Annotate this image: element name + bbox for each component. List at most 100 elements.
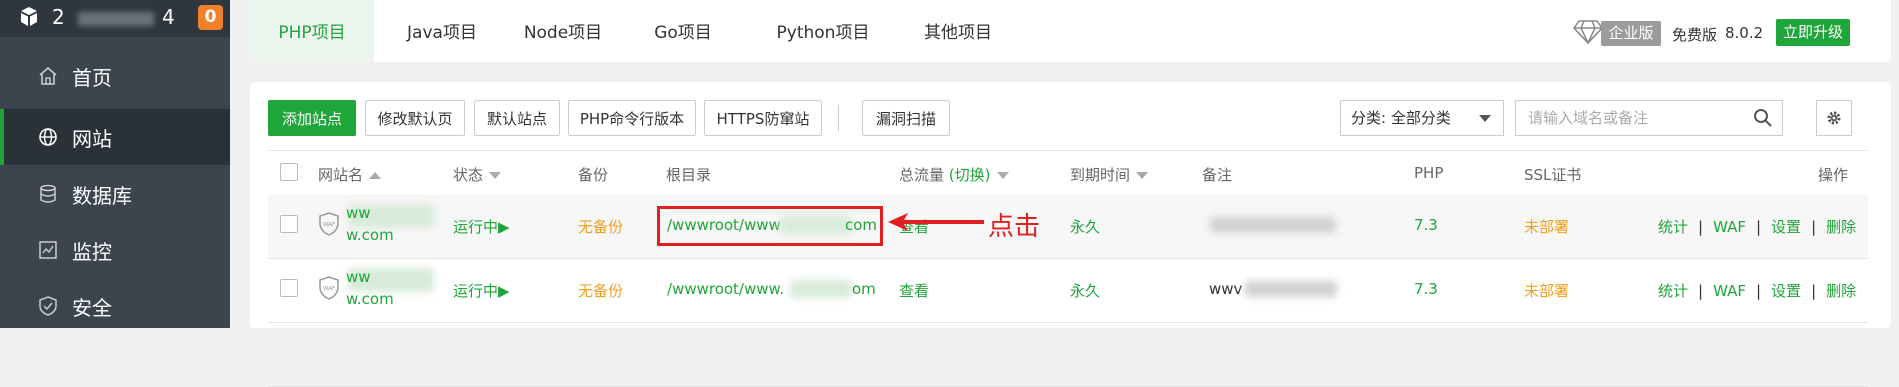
https-block-button[interactable]: HTTPS防窜站 [704, 100, 822, 136]
settings-button[interactable] [1816, 100, 1852, 136]
search-input[interactable]: 请输入域名或备注 [1515, 100, 1783, 136]
server-header[interactable]: 2 4 0 [0, 0, 230, 37]
arrow-left-icon [888, 213, 984, 231]
notification-badge[interactable]: 0 [198, 5, 223, 30]
svg-text:WAF: WAF [323, 286, 335, 292]
remark-blurred [1210, 217, 1336, 233]
sidebar-item-database[interactable]: 数据库 [0, 166, 230, 222]
tab-php[interactable]: PHP项目 [250, 0, 374, 62]
col-expire[interactable]: 到期时间 [1070, 164, 1149, 185]
tab-java[interactable]: Java项目 [387, 0, 497, 62]
sort-down-icon [1136, 172, 1149, 179]
search-icon[interactable] [1753, 108, 1773, 128]
diamond-icon [1573, 20, 1603, 45]
add-site-button[interactable]: 添加站点 [268, 100, 356, 136]
expire-value[interactable]: 永久 [1070, 216, 1100, 237]
row-checkbox[interactable] [280, 215, 298, 233]
tab-other[interactable]: 其他项目 [903, 0, 1013, 62]
settings-link[interactable]: 设置 [1771, 218, 1801, 236]
sidebar-item-label: 数据库 [72, 184, 132, 208]
globe-icon [39, 128, 57, 146]
chevron-down-icon [1479, 115, 1491, 122]
delete-link[interactable]: 删除 [1826, 282, 1856, 300]
waf-link[interactable]: WAF [1713, 282, 1746, 300]
waf-shield-icon: WAF [319, 212, 339, 236]
status-running[interactable]: 运行中▶ [453, 280, 510, 301]
waf-link[interactable]: WAF [1713, 218, 1746, 236]
sort-down-icon [996, 172, 1009, 179]
stats-link[interactable]: 统计 [1658, 218, 1688, 236]
backup-status[interactable]: 无备份 [578, 280, 623, 301]
monitor-icon [39, 241, 57, 259]
php-cli-version-button[interactable]: PHP命令行版本 [568, 100, 696, 136]
col-backup: 备份 [578, 166, 609, 184]
php-version[interactable]: 7.3 [1414, 280, 1438, 298]
php-version[interactable]: 7.3 [1414, 216, 1438, 234]
site-name-link[interactable]: ww w.com [346, 202, 394, 246]
shield-icon [39, 296, 57, 316]
sidebar-item-label: 监控 [72, 240, 112, 264]
col-php: PHP [1414, 164, 1444, 182]
server-name-end: 4 [162, 5, 175, 29]
traffic-view-link[interactable]: 查看 [899, 280, 929, 301]
tab-go[interactable]: Go项目 [633, 0, 733, 62]
search-placeholder: 请输入域名或备注 [1528, 109, 1649, 127]
backup-status[interactable]: 无备份 [578, 216, 623, 237]
traffic-switch-link[interactable]: (切换) [949, 166, 991, 184]
row-actions: 统计 | WAF | 设置 | 删除 [1658, 282, 1857, 300]
category-select-value: 分类: 全部分类 [1351, 109, 1451, 127]
vuln-scan-button[interactable]: 漏洞扫描 [862, 100, 950, 136]
select-all-checkbox[interactable] [280, 163, 298, 181]
delete-link[interactable]: 删除 [1826, 218, 1856, 236]
sidebar-item-label: 网站 [72, 127, 112, 151]
row-checkbox[interactable] [280, 279, 298, 297]
ssl-status[interactable]: 未部署 [1524, 280, 1569, 301]
root-path-blurred [790, 280, 852, 298]
status-running[interactable]: 运行中▶ [453, 216, 510, 237]
col-remark: 备注 [1202, 166, 1233, 184]
click-annotation: 点击 [988, 212, 1041, 242]
tab-node[interactable]: Node项目 [508, 0, 618, 62]
sidebar-item-security[interactable]: 安全 [0, 278, 230, 334]
col-status[interactable]: 状态 [453, 164, 502, 185]
server-name-blurred [78, 12, 154, 26]
sort-up-icon [369, 172, 382, 179]
enterprise-badge[interactable]: 企业版 [1601, 21, 1661, 46]
root-path-start[interactable]: /wwwroot/www. [667, 280, 784, 298]
table-header [268, 150, 1868, 196]
svg-text:WAF: WAF [323, 222, 335, 228]
sidebar-item-label: 安全 [72, 296, 112, 320]
default-site-button[interactable]: 默认站点 [474, 100, 560, 136]
col-site-name[interactable]: 网站名 [318, 164, 382, 185]
col-ops: 操作 [1818, 166, 1849, 184]
ssl-status[interactable]: 未部署 [1524, 216, 1569, 237]
category-select[interactable]: 分类: 全部分类 [1340, 100, 1504, 136]
sidebar-item-home[interactable]: 首页 [0, 48, 230, 104]
col-traffic[interactable]: 总流量 (切换) [899, 164, 1009, 185]
site-name-link[interactable]: ww w.com [346, 266, 394, 310]
server-name-start: 2 [52, 5, 65, 29]
gear-icon [1827, 111, 1841, 125]
edit-default-page-button[interactable]: 修改默认页 [365, 100, 465, 136]
stats-link[interactable]: 统计 [1658, 282, 1688, 300]
remark-value[interactable]: wwv [1209, 280, 1242, 298]
settings-link[interactable]: 设置 [1771, 282, 1801, 300]
edition-label: 免费版 [1672, 26, 1718, 44]
logo-icon [21, 7, 37, 26]
highlight-box [657, 206, 883, 246]
tab-python[interactable]: Python项目 [758, 0, 888, 62]
col-ssl: SSL证书 [1524, 166, 1582, 184]
upgrade-button[interactable]: 立即升级 [1776, 19, 1850, 46]
row-actions: 统计 | WAF | 设置 | 删除 [1658, 218, 1857, 236]
root-path-end[interactable]: om [852, 280, 876, 298]
sidebar: 2 4 0 首页 网站 数据库 监控 安全 [0, 0, 230, 328]
home-icon [39, 66, 57, 85]
sidebar-item-website[interactable]: 网站 [0, 109, 230, 165]
expire-value[interactable]: 永久 [1070, 280, 1100, 301]
database-icon [40, 184, 56, 203]
remark-blurred [1245, 281, 1337, 297]
version-label: 8.0.2 [1725, 24, 1764, 42]
sort-down-icon [489, 172, 502, 179]
sidebar-item-monitor[interactable]: 监控 [0, 222, 230, 278]
toolbar-divider [838, 105, 839, 131]
